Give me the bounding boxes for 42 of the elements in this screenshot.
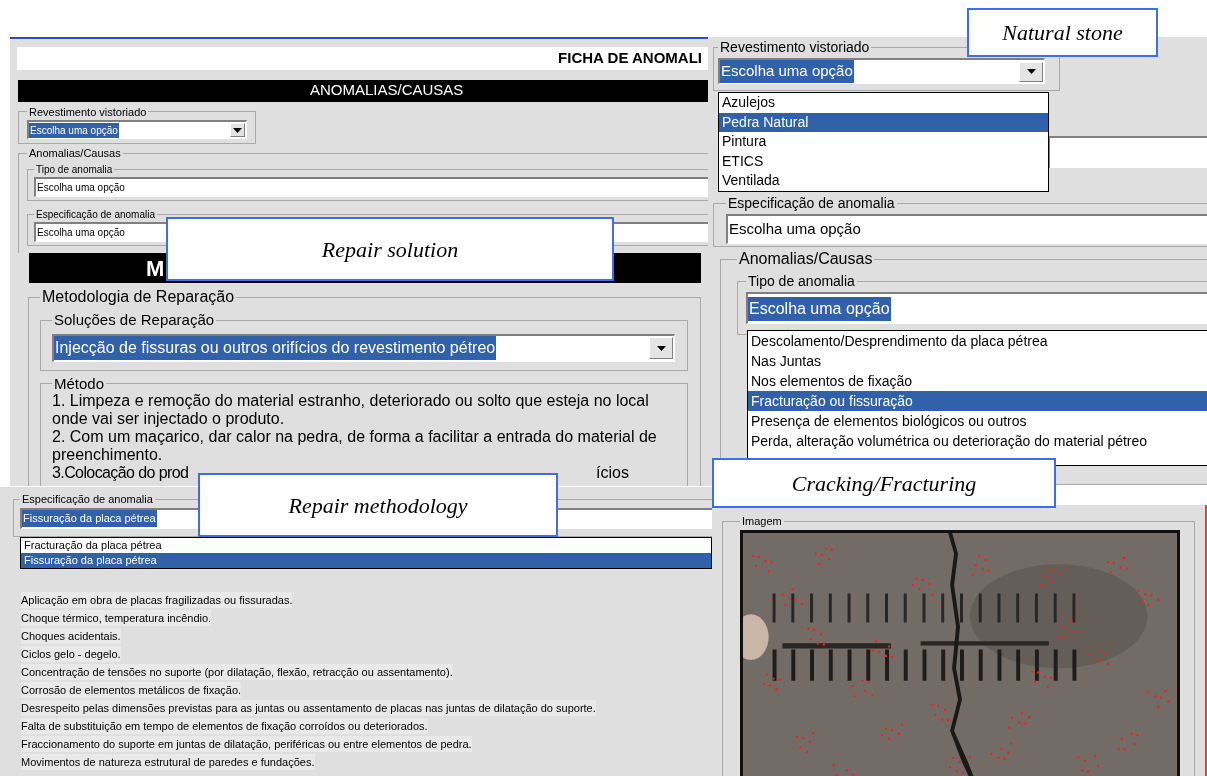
callout-tooltip: Repair methodology <box>198 473 558 537</box>
group-label: Tipo de anomalia <box>35 162 114 177</box>
form-title: FICHA DE ANOMALI <box>558 48 702 68</box>
cause-item: Choque térmico, temperatura incêndio. <box>21 610 212 626</box>
cause-item: Movimentos de natureza estrutural de paredes e fundações. <box>21 754 315 770</box>
cause-item: Desrespeito pelas dimensões previstas para as juntas ou assentamento de placas nas juntas de dilatação do suporte. <box>21 700 596 716</box>
callout-tooltip: Natural stone <box>967 8 1158 57</box>
field-value: Injecção de fissuras ou outros orifícios do revestimento pétreo <box>54 336 497 360</box>
method-step: 2. Com um maçarico, dar calor na pedra, de forma a facilitar a entrada do material de preenchimento. <box>52 428 681 464</box>
cause-item: Aplicação em obra de placas fragilizadas ou fissuradas. <box>21 592 293 608</box>
field-value: Escolha uma opção <box>29 122 119 138</box>
group-label: Metodologia de Reparação <box>41 287 236 307</box>
method-step: 1. Limpeza e remoção do material estranho, deteriorado ou solto que esteja no local onde vai ser injectado o produto. <box>52 392 681 428</box>
group-label: Tipo de anomalia <box>747 272 856 291</box>
field-value: Escolha uma opção <box>728 219 862 240</box>
group-label: Anomalias/Causas <box>738 249 874 269</box>
group-label: Soluções de Reparação <box>53 310 216 330</box>
method-step: ícios <box>596 464 629 482</box>
cause-item: Falta de substituição em tempo de elementos de fixação corroídos ou deteriorados. <box>21 718 428 734</box>
group-label: Revestimento vistoriado <box>28 104 148 120</box>
field-value: Escolha uma opção <box>36 180 126 195</box>
section-title: M <box>146 254 165 283</box>
cause-item: Corrosão de elementos metálicos de fixação. <box>21 682 242 698</box>
cause-item: Concentração de tensões no suporte (por dilatação, flexão, retracção ou assentamento). <box>21 664 453 680</box>
callout-tooltip: Repair solution <box>166 217 614 281</box>
section-title: ANOMALIAS/CAUSAS <box>310 80 464 101</box>
cause-item: Choques acidentais. <box>21 628 121 644</box>
cause-item: Ciclos gelo - degelo. <box>21 646 121 662</box>
field-value: Escolha uma opção <box>748 296 891 321</box>
group-label: Especificação de anomalia <box>35 207 156 222</box>
callout-tooltip: Cracking/Fracturing <box>712 458 1056 508</box>
field-value: Escolha uma opção <box>720 60 854 83</box>
cause-item: Fraccionamento do suporte em juntas de dilatação, periféricas ou entre elementos de pedra. <box>21 736 472 752</box>
group-label: Revestimento vistoriado <box>719 38 871 57</box>
group-label: Anomalias/Causas <box>28 146 122 161</box>
method-step: 3.Colocação do prod <box>52 464 189 482</box>
group-label: Imagem <box>741 514 783 529</box>
group-label: Método <box>53 373 106 394</box>
group-label: Especificação de anomalia <box>21 492 154 507</box>
field-value: Escolha uma opção <box>36 225 126 240</box>
field-value: Fissuração da placa pétrea <box>22 510 157 527</box>
group-label: Especificação de anomalia <box>727 194 896 213</box>
